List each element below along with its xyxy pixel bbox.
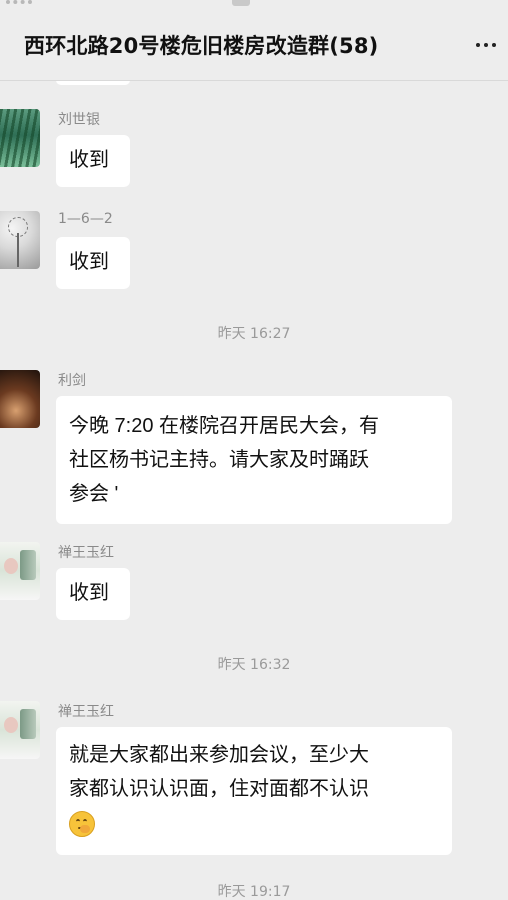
message-bubble[interactable]: 今晚 7:20 在楼院召开居民大会，有 社区杨书记主持。请大家及时踊跃 参会 ': [56, 396, 452, 524]
notch: [232, 0, 250, 6]
message-bubble[interactable]: 就是大家都出来参加会议，至少大 家都认识认识面，住对面都不认识: [56, 727, 452, 855]
message-bubble[interactable]: 收到: [56, 135, 130, 187]
message-bubble[interactable]: 收到: [56, 568, 130, 620]
light-photo-avatar[interactable]: [0, 701, 40, 759]
message-line: 社区杨书记主持。请大家及时踊跃: [69, 449, 369, 471]
ellipsis-icon[interactable]: [474, 34, 498, 54]
timestamp: 昨天 16:27: [217, 326, 291, 342]
message-line: 参会 ': [69, 483, 119, 505]
message-bubble[interactable]: 收到: [56, 237, 130, 289]
dark-photo-avatar[interactable]: [0, 370, 40, 428]
dandelion-avatar[interactable]: [0, 211, 40, 269]
signal-icon: [6, 0, 32, 10]
timestamp: 昨天 16:32: [217, 657, 291, 673]
message-list[interactable]: 刘世银 收到 1—6—2 收到 昨天 16:27 利剑 今晚 7:20 在楼院召…: [0, 81, 508, 900]
sender-name: 禅王玉红: [58, 704, 114, 720]
sender-name: 1—6—2: [58, 211, 113, 227]
message-line: 就是大家都出来参加会议，至少大: [69, 744, 369, 766]
light-photo-avatar[interactable]: [0, 542, 40, 600]
status-bar: [0, 0, 508, 12]
thinking-face-icon: [69, 810, 95, 837]
green-willow-avatar[interactable]: [0, 109, 40, 167]
timestamp: 昨天 19:17: [217, 884, 291, 900]
sender-name: 利剑: [58, 373, 86, 389]
message-line: 今晚 7:20 在楼院召开居民大会，有: [69, 415, 380, 437]
sender-name: 刘世银: [58, 112, 100, 128]
message-line: 家都认识认识面，住对面都不认识: [69, 778, 369, 800]
sender-name: 禅王玉红: [58, 545, 114, 561]
group-title: 西环北路20号楼危旧楼房改造群(58): [24, 34, 379, 58]
chat-header: 西环北路20号楼危旧楼房改造群(58): [0, 12, 508, 81]
partial-message-bubble: [56, 81, 130, 85]
